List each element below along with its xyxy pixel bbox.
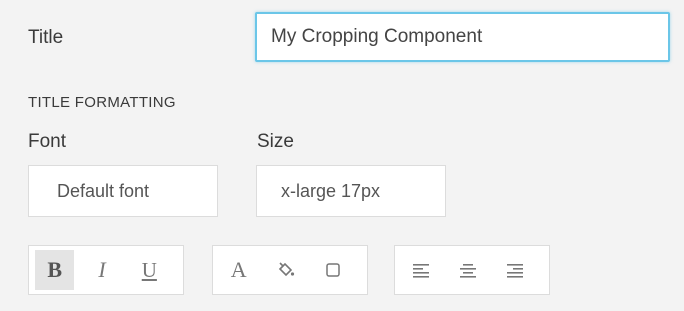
font-select-value: Default font	[57, 180, 150, 201]
font-select[interactable]: Default font	[28, 165, 218, 217]
title-settings-panel: Title TITLE FORMATTING Font Size Default…	[0, 0, 684, 311]
size-select-value: x-large 17px	[281, 180, 381, 201]
align-right-icon	[506, 262, 524, 278]
font-label: Font	[28, 131, 67, 152]
align-left-icon	[412, 262, 430, 278]
paint-bucket-icon	[277, 261, 295, 279]
align-left-button[interactable]	[401, 250, 440, 290]
align-right-button[interactable]	[496, 250, 535, 290]
text-style-group: B I U	[28, 245, 184, 295]
title-input[interactable]	[255, 12, 670, 62]
title-label: Title	[28, 27, 64, 48]
border-button[interactable]	[314, 250, 353, 290]
bold-button[interactable]: B	[35, 250, 75, 290]
text-color-group: A	[212, 245, 368, 295]
align-center-icon	[459, 262, 477, 278]
title-formatting-heading: TITLE FORMATTING	[28, 94, 176, 111]
align-center-button[interactable]	[448, 250, 487, 290]
size-label: Size	[257, 131, 294, 152]
size-select[interactable]: x-large 17px	[256, 165, 446, 217]
square-outline-icon	[325, 262, 341, 278]
fill-color-button[interactable]	[266, 250, 305, 290]
italic-button[interactable]: I	[82, 250, 121, 290]
alignment-group	[394, 245, 550, 295]
underline-button[interactable]: U	[130, 250, 169, 290]
text-color-button[interactable]: A	[219, 250, 258, 290]
